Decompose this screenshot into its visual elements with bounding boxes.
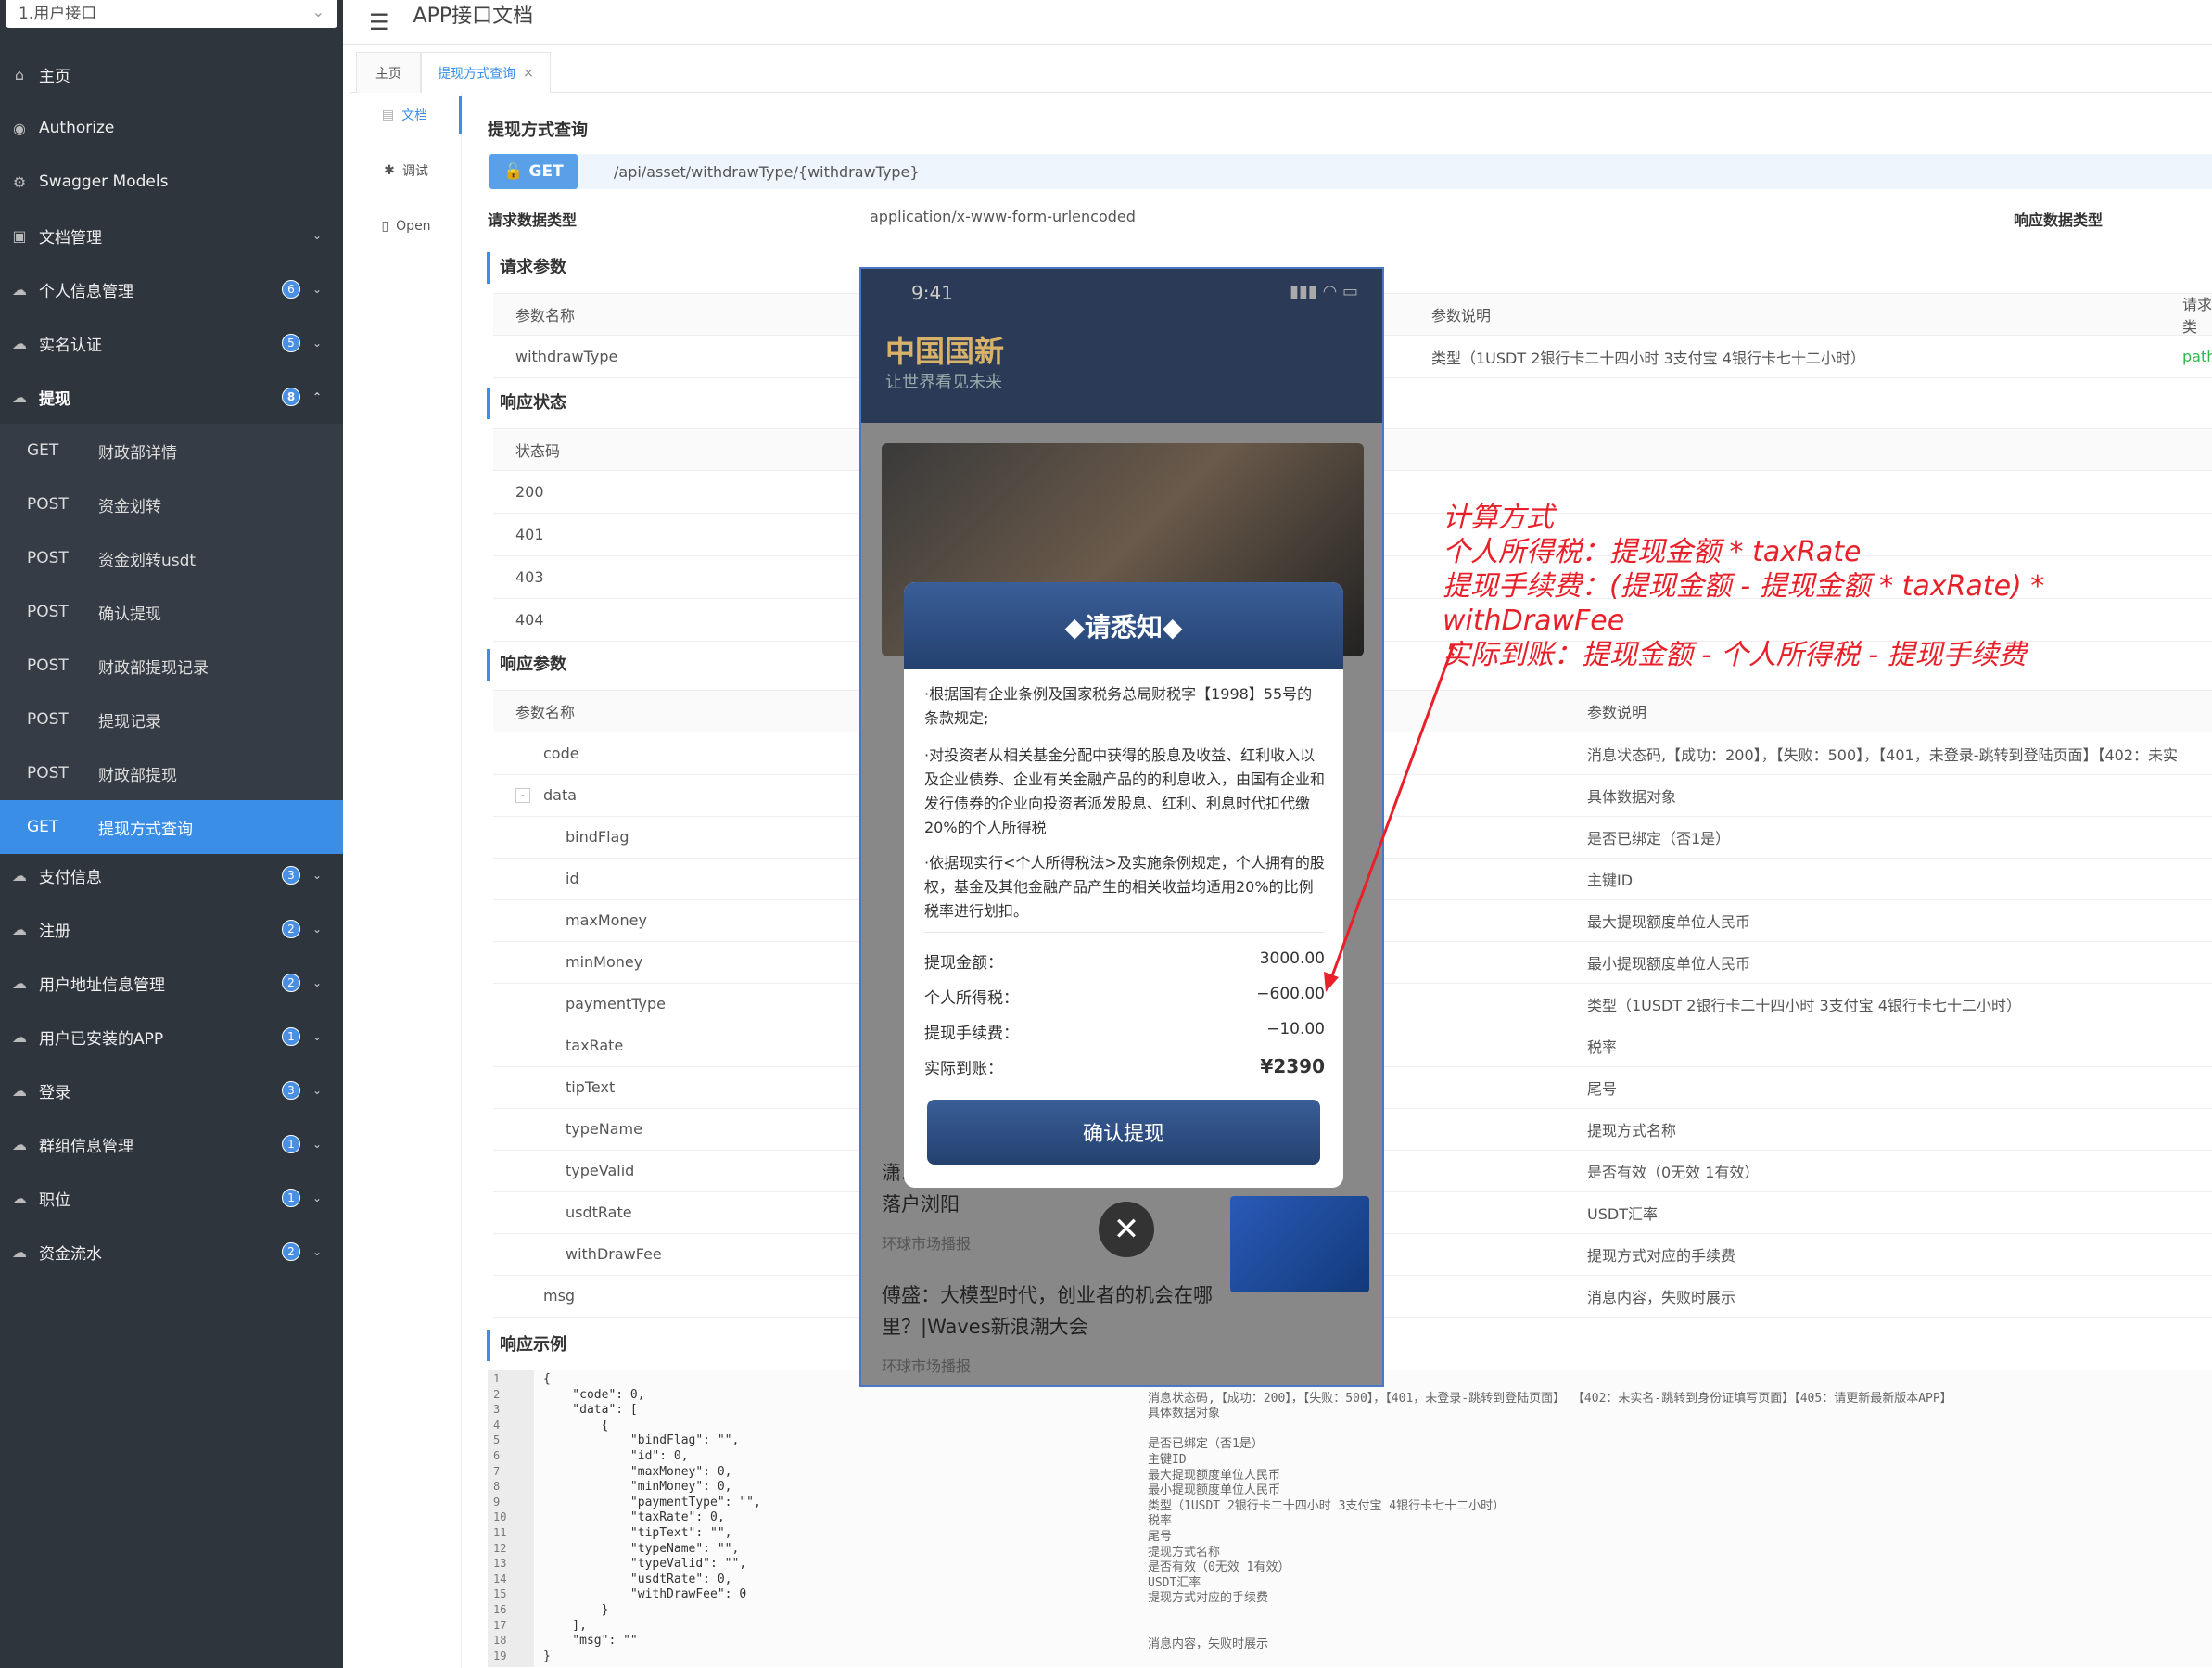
annotation-arrow: [1324, 643, 1456, 992]
arrow-line: [1328, 643, 1456, 982]
arrow-head: [1324, 972, 1339, 992]
